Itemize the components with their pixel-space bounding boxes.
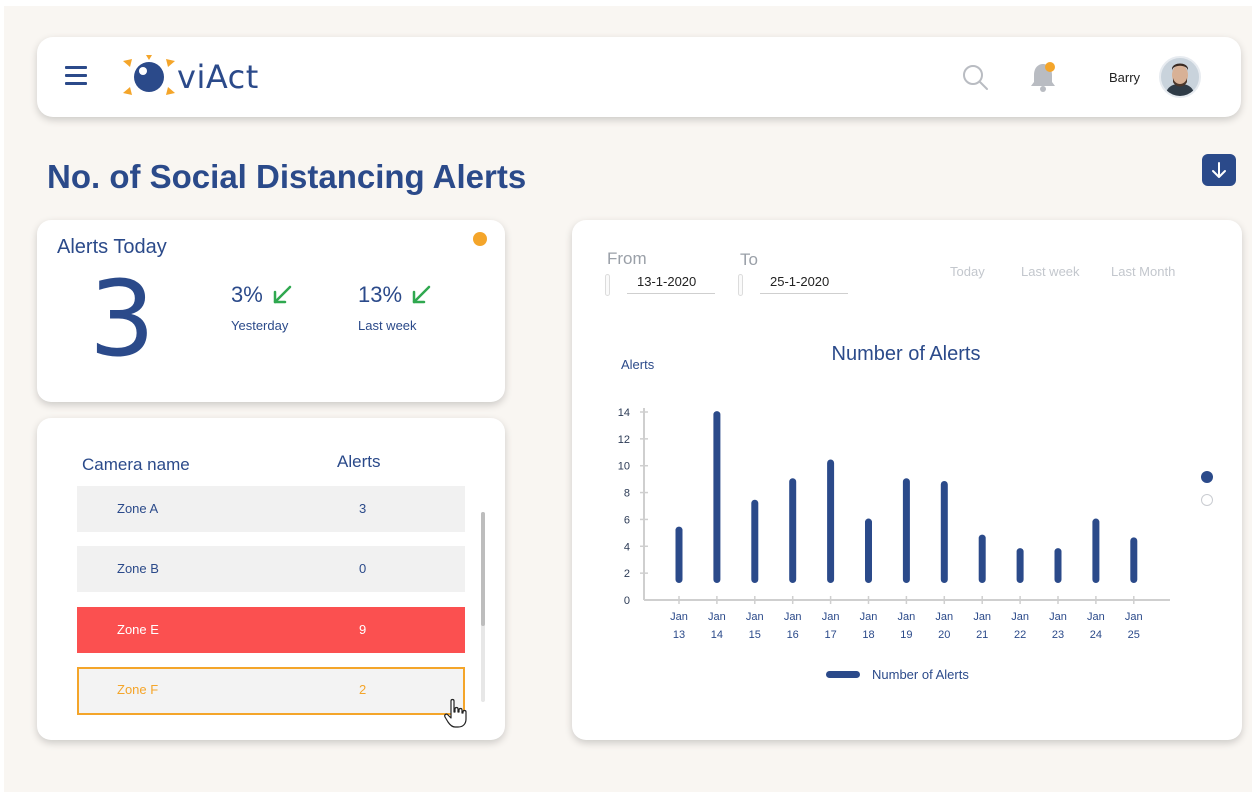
- bar-jan-18: [865, 518, 872, 583]
- y-tick-label: 12: [618, 434, 630, 446]
- notification-bell-icon[interactable]: [1029, 61, 1059, 93]
- x-tick-label-month: Jan: [670, 611, 688, 623]
- trend-down-arrow-icon: [273, 285, 292, 304]
- y-tick-label: 4: [624, 541, 630, 553]
- chart-title: Number of Alerts: [832, 343, 981, 365]
- user-name[interactable]: Barry: [1109, 70, 1140, 85]
- menu-icon[interactable]: [65, 65, 87, 85]
- table-row-zone-f[interactable]: Zone F 2: [77, 667, 465, 715]
- x-tick-label-month: Jan: [1125, 611, 1143, 623]
- alerts-chart-card: From To 13-1-2020 25-1-2020 Today Last w…: [572, 220, 1242, 740]
- bar-jan-22: [1016, 548, 1024, 583]
- pager-dot[interactable]: [1201, 494, 1213, 506]
- y-tick-label: 0: [624, 595, 630, 607]
- avatar[interactable]: [1159, 56, 1201, 98]
- download-button[interactable]: [1202, 154, 1236, 186]
- trend-down-arrow-icon: [412, 285, 431, 304]
- x-tick-label-month: Jan: [708, 611, 726, 623]
- alerts-cell: 9: [359, 622, 367, 637]
- bar-jan-20: [940, 480, 948, 583]
- x-tick-label-day: 24: [1090, 629, 1102, 641]
- stat-last-week: 13% Last week: [358, 282, 432, 333]
- x-tick-label-day: 18: [862, 629, 874, 641]
- alerts-today-title: Alerts Today: [57, 236, 167, 258]
- table-row-zone-e[interactable]: Zone E 9: [77, 607, 465, 653]
- camera-name-cell: Zone E: [117, 622, 159, 637]
- x-tick-label-day: 20: [938, 629, 950, 641]
- camera-name-cell: Zone B: [117, 561, 159, 576]
- pager-dot-active[interactable]: [1201, 471, 1213, 483]
- bar-jan-23: [1054, 548, 1062, 583]
- stat-label: Yesterday: [231, 318, 289, 333]
- table-scrollbar[interactable]: [481, 512, 485, 702]
- y-tick-label: 8: [624, 488, 630, 500]
- x-tick-label-month: Jan: [822, 611, 840, 623]
- bar-jan-25: [1130, 537, 1138, 583]
- camera-name-cell: Zone F: [117, 682, 159, 697]
- logo-eye-icon: [123, 55, 175, 95]
- bar-jan-13: [675, 526, 683, 583]
- arrow-down-icon: [1212, 162, 1226, 178]
- x-tick-label-month: Jan: [746, 611, 764, 623]
- camera-name-cell: Zone A: [117, 501, 159, 516]
- x-tick-label-day: 22: [1014, 629, 1026, 641]
- x-tick-label-month: Jan: [973, 611, 991, 623]
- x-tick-label-day: 19: [900, 629, 912, 641]
- x-tick-label-month: Jan: [935, 611, 953, 623]
- alerts-bar-chart: Number of AlertsAlerts02468101214Jan13Ja…: [618, 343, 1170, 682]
- bar-jan-19: [902, 478, 910, 583]
- y-tick-label: 14: [618, 407, 630, 419]
- alerts-cell: 3: [359, 501, 367, 516]
- stat-yesterday: 3% Yesterday: [231, 282, 293, 333]
- x-tick-label-month: Jan: [860, 611, 878, 623]
- table-row-zone-a[interactable]: Zone A 3: [77, 486, 465, 532]
- x-tick-label-day: 16: [787, 629, 799, 641]
- x-tick-label-month: Jan: [784, 611, 802, 623]
- x-tick-label-day: 13: [673, 629, 685, 641]
- table-row-zone-b[interactable]: Zone B 0: [77, 546, 465, 592]
- x-tick-label-month: Jan: [1049, 611, 1067, 623]
- scrollbar-thumb[interactable]: [481, 512, 485, 626]
- page-title: No. of Social Distancing Alerts: [47, 158, 527, 195]
- x-tick-label-day: 23: [1052, 629, 1064, 641]
- stat-value: 3%: [231, 282, 263, 307]
- x-tick-label-month: Jan: [898, 611, 916, 623]
- bar-jan-17: [827, 459, 835, 583]
- bar-jan-21: [978, 534, 986, 583]
- y-tick-label: 2: [624, 568, 630, 580]
- x-tick-label-month: Jan: [1087, 611, 1105, 623]
- x-tick-label-day: 14: [711, 629, 723, 641]
- alerts-cell: 0: [359, 561, 367, 576]
- bar-jan-16: [789, 478, 797, 583]
- bar-jan-14: [713, 411, 721, 583]
- logo-text: viAct: [177, 58, 259, 96]
- bar-jan-24: [1092, 518, 1100, 583]
- alerts-today-count: 3: [89, 258, 156, 380]
- search-icon[interactable]: [961, 63, 989, 91]
- alerts-cell: 2: [359, 682, 367, 697]
- x-tick-label-day: 15: [749, 629, 761, 641]
- y-tick-label: 6: [624, 514, 630, 526]
- x-tick-label-month: Jan: [1011, 611, 1029, 623]
- column-header-camera-name: Camera name: [82, 455, 190, 474]
- y-axis-label: Alerts: [621, 357, 655, 372]
- x-tick-label-day: 21: [976, 629, 988, 641]
- legend-swatch: [826, 671, 860, 678]
- camera-alerts-table: Camera name Alerts Zone A 3 Zone B 0 Zon…: [37, 418, 505, 740]
- alerts-today-card: Alerts Today 3 3% Yesterday 13% Last wee…: [37, 220, 505, 402]
- y-tick-label: 10: [618, 461, 630, 473]
- top-header: viAct Barry: [37, 37, 1241, 117]
- legend-label: Number of Alerts: [872, 667, 969, 682]
- stat-label: Last week: [358, 318, 417, 333]
- hand-cursor-icon: [444, 698, 467, 728]
- x-tick-label-day: 25: [1128, 629, 1140, 641]
- stat-value: 13%: [358, 282, 403, 307]
- x-tick-label-day: 17: [824, 629, 836, 641]
- column-header-alerts: Alerts: [337, 452, 381, 471]
- status-dot: [473, 232, 487, 246]
- bar-jan-15: [751, 499, 759, 583]
- logo[interactable]: viAct: [123, 55, 273, 99]
